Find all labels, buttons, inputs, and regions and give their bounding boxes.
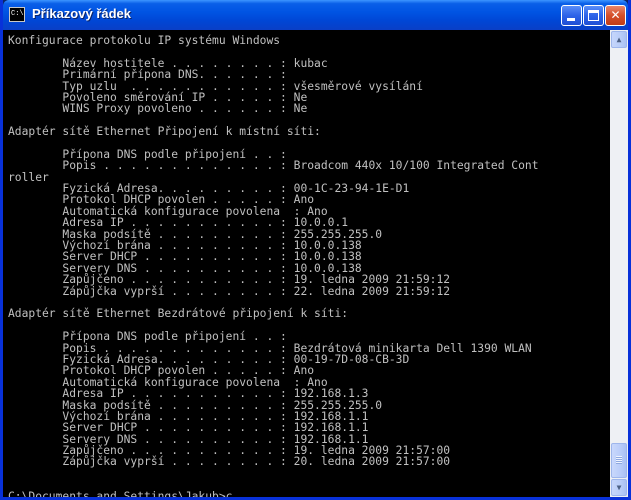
command-prompt-line[interactable]: C:\Documents and Settings\Jakub>c	[8, 489, 539, 497]
console-line: Adresa IP . . . . . . . . . . . : 192.16…	[8, 387, 369, 401]
maximize-button[interactable]	[583, 5, 604, 26]
vertical-scrollbar[interactable]: ▲ ▼	[610, 30, 628, 497]
close-icon: ✕	[610, 8, 621, 22]
console-output[interactable]: Konfigurace protokolu IP systému Windows…	[3, 30, 610, 497]
scroll-down-button[interactable]: ▼	[611, 479, 627, 496]
maximize-icon	[588, 10, 599, 21]
console-line: Protokol DHCP povolen . . . . . : Ano	[8, 364, 315, 378]
console-line: Zapůjčeno . . . . . . . . . . . : 19. le…	[8, 273, 451, 287]
console-line: Adresa IP . . . . . . . . . . . : 10.0.0…	[8, 216, 349, 230]
console-window: C:\ Příkazový řádek ✕ Konfigurace protok…	[0, 0, 631, 500]
console-text: Konfigurace protokolu IP systému Windows…	[8, 35, 539, 497]
scroll-up-button[interactable]: ▲	[611, 31, 627, 48]
console-line: Popis . . . . . . . . . . . . . : Broadc…	[8, 159, 539, 173]
console-line: WINS Proxy povoleno . . . . . . : Ne	[8, 102, 308, 116]
console-line: Zápůjčka vyprší . . . . . . . . : 20. le…	[8, 455, 451, 469]
scrollbar-thumb[interactable]	[611, 443, 627, 478]
arrow-down-icon: ▼	[616, 483, 622, 492]
window-title: Příkazový řádek	[32, 6, 132, 21]
console-line: Adaptér sítě Ethernet Připojení k místní…	[8, 125, 321, 139]
command-prompt-icon[interactable]: C:\	[9, 7, 25, 22]
prompt-text: C:\Documents and Settings\Jakub>c	[8, 489, 233, 497]
console-line: Server DHCP . . . . . . . . . . : 192.16…	[8, 421, 369, 435]
console-line: Adaptér sítě Ethernet Bezdrátové připoje…	[8, 307, 349, 321]
close-button[interactable]: ✕	[605, 5, 626, 26]
grip-icon	[616, 456, 622, 464]
console-line: Zápůjčka vyprší . . . . . . . . : 22. le…	[8, 284, 451, 298]
title-bar[interactable]: C:\ Příkazový řádek ✕	[3, 0, 628, 30]
minimize-button[interactable]	[561, 5, 582, 26]
console-line: Primární přípona DNS. . . . . . :	[8, 68, 287, 82]
console-line: Přípona DNS podle připojení . . :	[8, 330, 287, 344]
console-line: Konfigurace protokolu IP systému Windows	[8, 34, 281, 47]
minimize-icon	[567, 18, 575, 21]
arrow-up-icon: ▲	[616, 35, 622, 44]
